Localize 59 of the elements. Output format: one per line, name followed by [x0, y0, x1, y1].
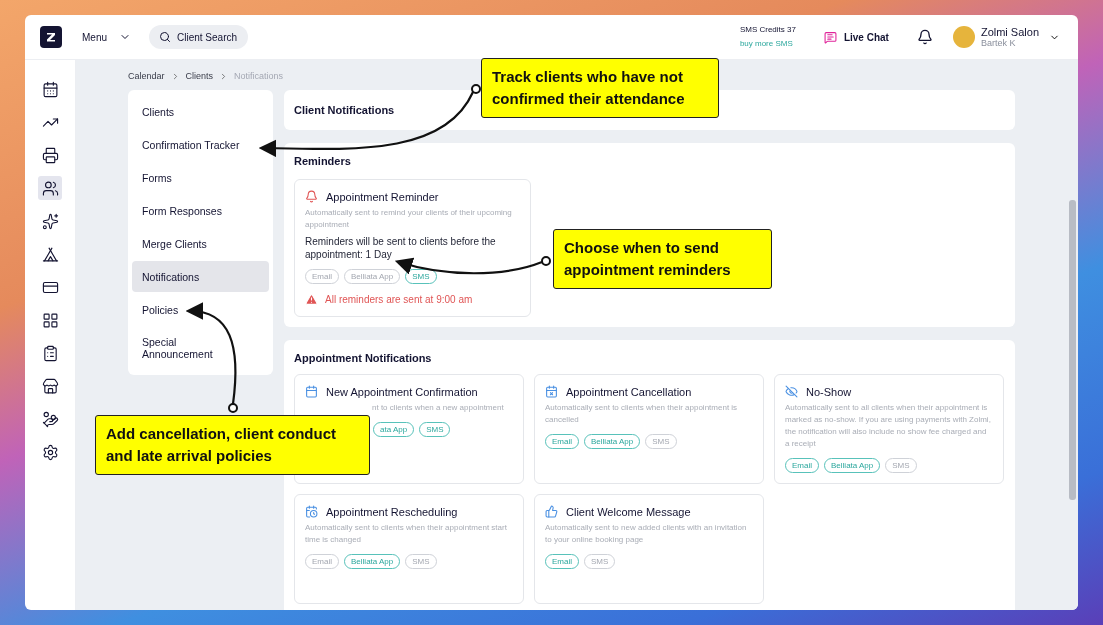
clipboard-icon — [41, 344, 59, 362]
people-icon — [41, 179, 59, 197]
search-field[interactable]: Client Search — [149, 25, 248, 49]
card-title: Appointment Cancellation — [566, 385, 692, 398]
card-title: New Appointment Confirmation — [326, 385, 478, 398]
sparkles-icon — [41, 212, 59, 230]
nav-rail-button[interactable] — [38, 176, 62, 200]
user-name: Zolmi Salon — [980, 26, 1039, 38]
warning-text: All reminders are sent at 9:00 am — [325, 294, 473, 305]
grid-icon — [41, 311, 59, 329]
live-chat-button[interactable]: Live Chat — [823, 30, 889, 44]
reminder-detail: Reminders will be sent to clients before the appointment: 1 Day — [305, 235, 497, 261]
menu-item[interactable]: Policies — [132, 294, 269, 325]
menu-item[interactable]: Merge Clients — [132, 228, 269, 259]
printer-icon — [41, 146, 59, 164]
breadcrumb-link[interactable]: Calendar — [128, 71, 165, 81]
logo-icon — [40, 26, 62, 48]
card-title: Client Welcome Message — [566, 505, 691, 518]
menu-item[interactable]: Special Announcement — [132, 327, 222, 369]
card-description: nt to clients when a new appointment — [372, 402, 505, 414]
calendar-x-icon — [545, 385, 558, 398]
card-description: Automatically sent to new added clients with an invitation to your online booking page — [545, 522, 748, 546]
callout-note: Choose when to send appointment reminders — [553, 229, 772, 289]
settings-icon — [41, 443, 59, 461]
menu-item[interactable]: Confirmation Tracker — [132, 129, 269, 160]
card-title: Appointment Rescheduling — [326, 505, 458, 518]
card-title: No-Show — [806, 385, 852, 398]
section-title: Appointment Notifications — [294, 352, 433, 364]
calendar-icon — [41, 80, 59, 98]
sms-credits: SMS Credits 37 — [739, 24, 796, 36]
bell-icon[interactable] — [916, 29, 933, 45]
callout-note: Add cancellation, client conduct and late arrival policies — [95, 415, 370, 475]
card-description: Automatically sent to remind your clients of their upcoming appointment — [305, 207, 513, 231]
card-description: Automatically sent to clients when their appointment start time is changed — [305, 522, 508, 546]
search-icon — [159, 31, 171, 43]
section-title: Reminders — [294, 155, 352, 167]
menu-item[interactable]: Notifications — [132, 261, 269, 292]
callout-note: Track clients who have not confirmed their attendance — [481, 58, 719, 118]
menu-item[interactable]: Form Responses — [132, 195, 269, 226]
card-description: Automatically sent to clients when their appointment is cancelled — [545, 402, 739, 426]
user-role: Bartek K — [980, 38, 1017, 48]
store-icon — [41, 377, 59, 395]
menu-item[interactable]: Clients — [132, 96, 269, 127]
calendar-icon — [305, 385, 318, 398]
menu-item[interactable]: Forms — [132, 162, 269, 193]
calendar-clock-icon — [305, 505, 318, 518]
breadcrumb-link[interactable]: Clients — [185, 71, 214, 81]
avatar — [952, 26, 975, 48]
bell-icon — [305, 190, 318, 203]
chat-icon — [823, 30, 837, 44]
page-title: Client Notifications — [294, 104, 396, 116]
tent-icon — [41, 245, 59, 263]
card-description: Automatically sent to all clients when their appointment is marked as no-show. If you are using payments with Zolmi, the notification will also include no show fee charged and a receipt — [785, 402, 992, 450]
thumbs-up-icon — [545, 505, 558, 518]
warning-icon — [305, 293, 318, 306]
menu-button[interactable]: Menu — [82, 31, 131, 43]
card-title: Appointment Reminder — [326, 190, 439, 203]
eye-off-icon — [785, 385, 798, 398]
coin-hand-icon — [41, 410, 59, 428]
